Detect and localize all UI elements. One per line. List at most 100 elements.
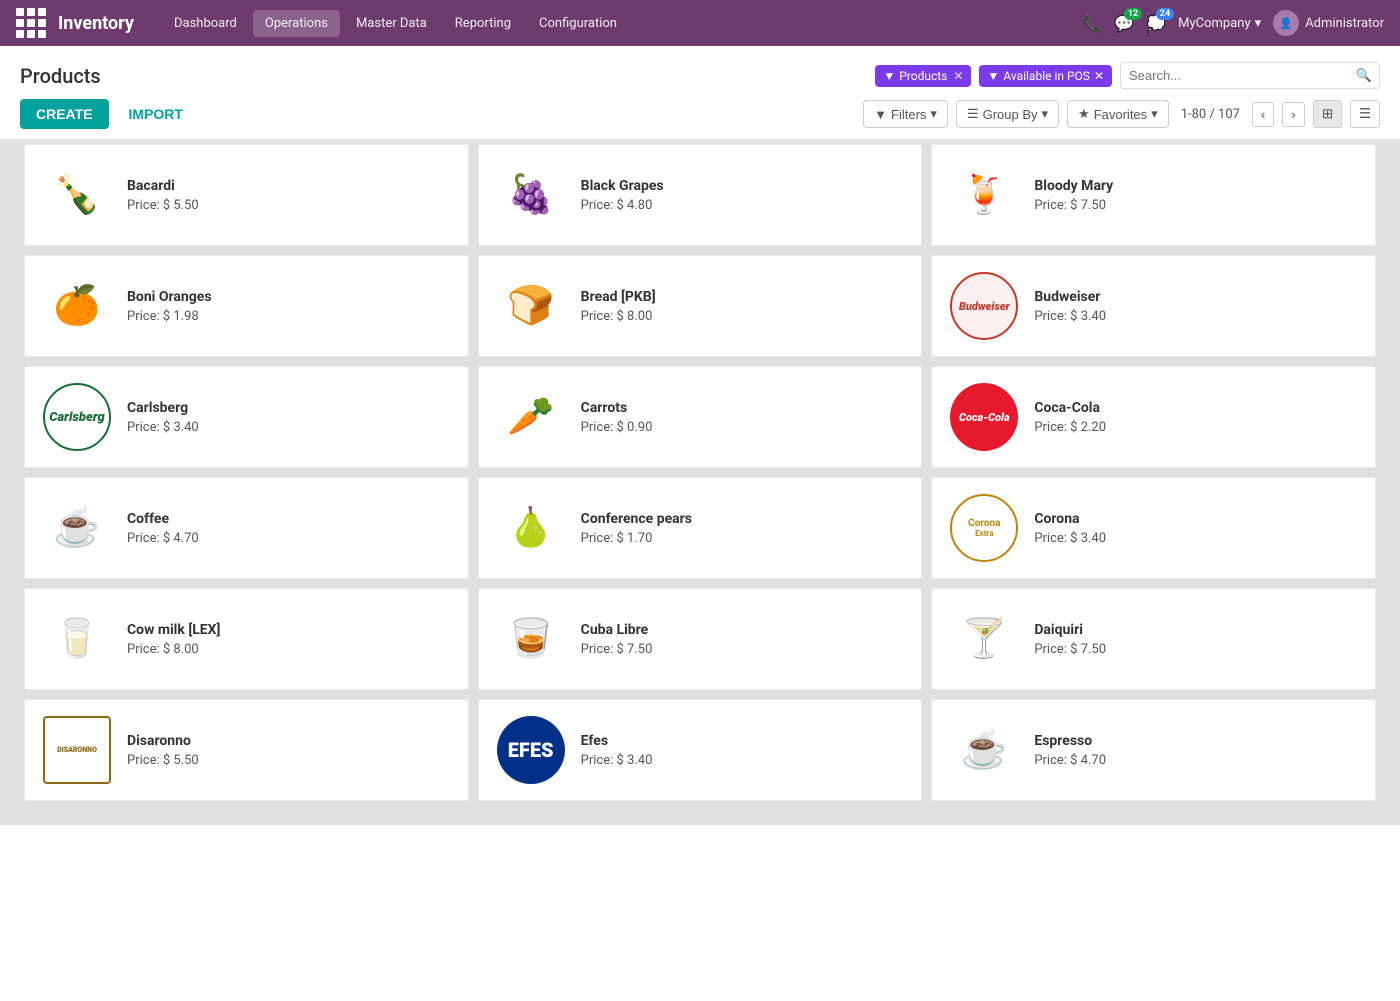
product-card[interactable]: CoronaExtra Corona Price: $ 3.40 — [931, 477, 1376, 579]
product-price: Price: $ 7.50 — [1034, 198, 1113, 213]
page-header: Products ▼ Products ✕ ▼ Available in POS… — [0, 46, 1400, 89]
product-card[interactable]: 🍾 Bacardi Price: $ 5.50 — [24, 144, 469, 246]
product-price: Price: $ 4.70 — [1034, 753, 1106, 768]
product-card[interactable]: 🍸 Daiquiri Price: $ 7.50 — [931, 588, 1376, 690]
search-bar: ▼ Products ✕ ▼ Available in POS ✕ 🔍 — [875, 62, 1380, 89]
app-brand: Inventory — [58, 13, 134, 34]
import-button[interactable]: IMPORT — [117, 99, 195, 129]
product-name: Conference pears — [581, 511, 692, 527]
nav-configuration[interactable]: Configuration — [527, 10, 629, 37]
activity-icon[interactable]: 💭 24 — [1146, 14, 1166, 33]
product-card[interactable]: EFES Efes Price: $ 3.40 — [478, 699, 923, 801]
product-price: Price: $ 5.50 — [127, 198, 199, 213]
product-card[interactable]: Coca-Cola Coca-Cola Price: $ 2.20 — [931, 366, 1376, 468]
group-by-button[interactable]: ☰ Group By ▾ — [956, 100, 1059, 128]
product-price: Price: $ 7.50 — [1034, 642, 1106, 657]
product-info: Coca-Cola Price: $ 2.20 — [1034, 400, 1106, 435]
product-card[interactable]: 🍊 Boni Oranges Price: $ 1.98 — [24, 255, 469, 357]
product-image: ☕ — [948, 714, 1020, 786]
product-card[interactable]: 🥛 Cow milk [LEX] Price: $ 8.00 — [24, 588, 469, 690]
product-info: Disaronno Price: $ 5.50 — [127, 733, 199, 768]
filter-funnel-icon: ▼ — [874, 107, 887, 122]
product-image: ☕ — [41, 492, 113, 564]
product-emoji: 🍇 — [507, 176, 554, 214]
product-info: Coffee Price: $ 4.70 — [127, 511, 199, 546]
filter-tag-products[interactable]: ▼ Products ✕ — [875, 65, 971, 87]
product-card[interactable]: Carlsberg Carlsberg Price: $ 3.40 — [24, 366, 469, 468]
filters-button[interactable]: ▼ Filters ▾ — [863, 100, 948, 128]
product-card[interactable]: ☕ Espresso Price: $ 4.70 — [931, 699, 1376, 801]
company-selector[interactable]: MyCompany ▾ — [1178, 16, 1261, 31]
product-info: Bloody Mary Price: $ 7.50 — [1034, 178, 1113, 213]
product-image: 🥛 — [41, 603, 113, 675]
messages-icon[interactable]: 💬 12 — [1114, 14, 1134, 33]
product-image: 🍐 — [495, 492, 567, 564]
pagination-label: 1-80 / 107 — [1181, 107, 1240, 122]
view-grid-button[interactable]: ⊞ — [1313, 100, 1342, 128]
efes-logo: EFES — [497, 716, 565, 784]
product-price: Price: $ 8.00 — [581, 309, 656, 324]
main-content: Products ▼ Products ✕ ▼ Available in POS… — [0, 46, 1400, 1001]
search-input[interactable] — [1120, 62, 1380, 89]
product-card[interactable]: ☕ Coffee Price: $ 4.70 — [24, 477, 469, 579]
product-name: Coca-Cola — [1034, 400, 1106, 416]
nav-reporting[interactable]: Reporting — [443, 10, 523, 37]
product-card[interactable]: 🍹 Bloody Mary Price: $ 7.50 — [931, 144, 1376, 246]
product-card[interactable]: 🍞 Bread [PKB] Price: $ 8.00 — [478, 255, 923, 357]
nav-operations[interactable]: Operations — [253, 10, 340, 37]
product-info: Bread [PKB] Price: $ 8.00 — [581, 289, 656, 324]
filter-tag-products-remove[interactable]: ✕ — [953, 69, 963, 83]
create-button[interactable]: CREATE — [20, 99, 109, 129]
view-list-button[interactable]: ☰ — [1350, 100, 1380, 128]
product-price: Price: $ 3.40 — [581, 753, 653, 768]
nav-dashboard[interactable]: Dashboard — [162, 10, 249, 37]
product-price: Price: $ 5.50 — [127, 753, 199, 768]
product-name: Espresso — [1034, 733, 1106, 749]
product-card[interactable]: 🥃 Cuba Libre Price: $ 7.50 — [478, 588, 923, 690]
product-card[interactable]: 🥕 Carrots Price: $ 0.90 — [478, 366, 923, 468]
product-card[interactable]: 🍇 Black Grapes Price: $ 4.80 — [478, 144, 923, 246]
product-card[interactable]: Budweiser Budweiser Price: $ 3.40 — [931, 255, 1376, 357]
product-emoji: ☕ — [53, 509, 100, 547]
product-card[interactable]: 🍐 Conference pears Price: $ 1.70 — [478, 477, 923, 579]
favorites-button[interactable]: ★ Favorites ▾ — [1067, 100, 1169, 128]
pagination-prev[interactable]: ‹ — [1252, 102, 1274, 127]
product-name: Corona — [1034, 511, 1106, 527]
product-price: Price: $ 4.70 — [127, 531, 199, 546]
product-info: Boni Oranges Price: $ 1.98 — [127, 289, 212, 324]
apps-menu-icon[interactable] — [16, 8, 46, 38]
product-name: Daiquiri — [1034, 622, 1106, 638]
product-info: Black Grapes Price: $ 4.80 — [581, 178, 664, 213]
activity-badge: 24 — [1156, 8, 1174, 20]
username: Administrator — [1305, 16, 1384, 31]
pagination-next[interactable]: › — [1282, 102, 1304, 127]
product-name: Bacardi — [127, 178, 199, 194]
phone-icon[interactable]: 📞 — [1082, 14, 1102, 33]
user-menu[interactable]: 👤 Administrator — [1273, 10, 1384, 36]
filter-tag-pos-remove[interactable]: ✕ — [1094, 69, 1104, 83]
filter-tag-pos[interactable]: ▼ Available in POS ✕ — [979, 65, 1112, 87]
product-card[interactable]: DISARONNO Disaronno Price: $ 5.50 — [24, 699, 469, 801]
carlsberg-logo: Carlsberg — [43, 383, 111, 451]
product-emoji: 🍹 — [961, 176, 1008, 214]
product-image: DISARONNO — [41, 714, 113, 786]
product-image: 🥃 — [495, 603, 567, 675]
product-price: Price: $ 0.90 — [581, 420, 653, 435]
product-name: Bread [PKB] — [581, 289, 656, 305]
toolbar: CREATE IMPORT ▼ Filters ▾ ☰ Group By ▾ ★… — [0, 89, 1400, 139]
product-name: Budweiser — [1034, 289, 1106, 305]
product-price: Price: $ 1.98 — [127, 309, 212, 324]
product-info: Carrots Price: $ 0.90 — [581, 400, 653, 435]
filter-icon: ▼ — [883, 69, 895, 83]
user-avatar: 👤 — [1273, 10, 1299, 36]
product-price: Price: $ 8.00 — [127, 642, 220, 657]
product-emoji: 🥕 — [507, 398, 554, 436]
product-price: Price: $ 3.40 — [127, 420, 199, 435]
product-info: Bacardi Price: $ 5.50 — [127, 178, 199, 213]
product-name: Black Grapes — [581, 178, 664, 194]
corona-logo: CoronaExtra — [950, 494, 1018, 562]
product-name: Coffee — [127, 511, 199, 527]
product-price: Price: $ 3.40 — [1034, 309, 1106, 324]
product-info: Carlsberg Price: $ 3.40 — [127, 400, 199, 435]
nav-master-data[interactable]: Master Data — [344, 10, 439, 37]
